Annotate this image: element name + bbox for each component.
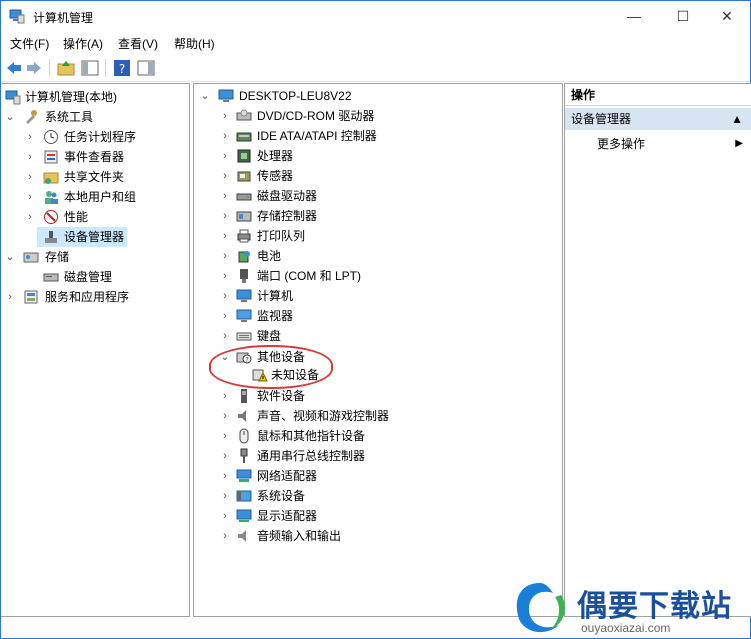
monitor-icon — [236, 289, 252, 302]
event-viewer-icon — [44, 150, 58, 164]
battery-icon — [238, 251, 250, 263]
watermark-name: 偶要下载站 — [577, 589, 732, 624]
navigation-pane: 计算机管理(本地) ⌄ 系统工具 › 任务计划程序 › 事件查看器 › 共享文件… — [1, 83, 190, 617]
forward-arrow-icon[interactable] — [25, 59, 43, 77]
shared-folder-icon — [43, 172, 59, 184]
collapse-triangle-icon[interactable]: ▲ — [731, 108, 743, 130]
services-icon — [24, 290, 38, 304]
watermark-logo-icon — [516, 583, 566, 633]
keyboard-icon — [236, 332, 252, 341]
up-folder-icon[interactable] — [57, 59, 75, 77]
computer-management-icon — [9, 9, 25, 24]
show-hide-tree-icon[interactable] — [81, 59, 99, 77]
computer-icon — [218, 89, 234, 102]
mouse-icon — [239, 428, 249, 444]
disk-icon — [43, 273, 59, 282]
software-device-icon — [241, 389, 247, 403]
speaker-icon — [238, 410, 246, 422]
minimize-button[interactable]: — — [611, 1, 657, 31]
chevron-down-icon[interactable]: ⌄ — [5, 247, 15, 267]
chevron-down-icon[interactable]: ⌄ — [5, 107, 15, 127]
back-arrow-icon[interactable] — [5, 59, 23, 77]
menu-bar: 文件(F) 操作(A) 查看(V) 帮助(H) — [1, 31, 750, 53]
chevron-right-icon[interactable]: › — [220, 326, 230, 346]
audio-io-icon — [238, 530, 246, 542]
watermark: 偶要下载站 ouyaoxiazai.com — [509, 577, 749, 639]
processor-icon — [237, 149, 251, 163]
system-device-icon — [236, 490, 252, 502]
more-actions-item[interactable]: 更多操作 — [597, 134, 645, 154]
tools-icon — [26, 110, 37, 124]
chevron-right-icon[interactable]: › — [220, 506, 230, 526]
menu-help[interactable]: 帮助(H) — [174, 35, 215, 52]
storage-icon — [23, 252, 39, 263]
chevron-down-icon[interactable]: ⌄ — [200, 86, 210, 106]
menu-action[interactable]: 操作(A) — [63, 35, 103, 52]
display-adapter-icon — [236, 509, 252, 522]
chevron-right-icon[interactable]: › — [220, 206, 230, 226]
computer-management-window: 计算机管理 — ☐ ✕ 文件(F) 操作(A) 查看(V) 帮助(H) ? 计算… — [0, 0, 751, 639]
device-manager-icon — [45, 231, 57, 243]
chevron-right-icon[interactable]: › — [220, 466, 230, 486]
chevron-right-icon[interactable]: › — [220, 126, 230, 146]
actions-header: 操作 — [565, 84, 751, 106]
port-icon — [240, 269, 248, 283]
menu-view[interactable]: 查看(V) — [118, 35, 158, 52]
chevron-right-icon[interactable]: › — [220, 406, 230, 426]
chevron-right-icon[interactable]: › — [220, 306, 230, 326]
chevron-right-icon[interactable]: › — [25, 127, 35, 147]
submenu-arrow-icon[interactable]: ▶ — [735, 134, 743, 154]
network-adapter-icon — [236, 469, 252, 482]
chevron-right-icon[interactable]: › — [220, 246, 230, 266]
chevron-right-icon[interactable]: › — [220, 226, 230, 246]
help-icon[interactable]: ? — [113, 59, 131, 77]
chevron-right-icon[interactable]: › — [220, 426, 230, 446]
disk-drive-icon — [236, 193, 252, 201]
title-bar: 计算机管理 — ☐ ✕ — [1, 1, 750, 31]
ide-controller-icon — [236, 132, 252, 142]
chevron-right-icon[interactable]: › — [25, 147, 35, 167]
usb-icon — [240, 448, 248, 463]
annotation-circle — [209, 345, 333, 389]
window-title: 计算机管理 — [33, 11, 94, 25]
chevron-right-icon[interactable]: › — [220, 186, 230, 206]
computer-management-icon — [5, 90, 21, 105]
show-action-pane-icon[interactable] — [137, 59, 155, 77]
performance-icon — [44, 210, 58, 224]
chevron-right-icon[interactable]: › — [25, 187, 35, 207]
actions-pane: 操作 设备管理器 ▲ 更多操作 ▶ — [564, 83, 751, 617]
maximize-button[interactable]: ☐ — [660, 1, 706, 31]
close-button[interactable]: ✕ — [704, 1, 750, 31]
users-icon — [45, 191, 58, 204]
toolbar: ? — [1, 54, 750, 82]
chevron-right-icon[interactable]: › — [220, 486, 230, 506]
chevron-right-icon[interactable]: › — [220, 446, 230, 466]
toolbar-separator — [49, 59, 50, 77]
chevron-right-icon[interactable]: › — [25, 207, 35, 227]
display-monitor-icon — [236, 309, 252, 322]
storage-controller-icon — [236, 211, 252, 222]
chevron-right-icon[interactable]: › — [5, 287, 15, 307]
dvd-drive-icon — [236, 109, 252, 121]
chevron-right-icon[interactable]: › — [220, 146, 230, 166]
chevron-right-icon[interactable]: › — [220, 106, 230, 126]
chevron-right-icon[interactable]: › — [220, 526, 230, 546]
chevron-right-icon[interactable]: › — [25, 167, 35, 187]
watermark-url: ouyaoxiazai.com — [581, 621, 671, 635]
menu-file[interactable]: 文件(F) — [10, 35, 49, 52]
chevron-right-icon[interactable]: › — [220, 386, 230, 406]
chevron-right-icon[interactable]: › — [220, 286, 230, 306]
actions-section-device-manager[interactable]: 设备管理器 ▲ — [565, 108, 751, 130]
clock-icon — [44, 130, 58, 144]
sensor-icon — [237, 171, 251, 182]
chevron-right-icon[interactable]: › — [220, 266, 230, 286]
toolbar-separator — [105, 59, 106, 77]
svg-text:?: ? — [119, 62, 125, 76]
printer-icon — [237, 229, 251, 243]
chevron-right-icon[interactable]: › — [220, 166, 230, 186]
